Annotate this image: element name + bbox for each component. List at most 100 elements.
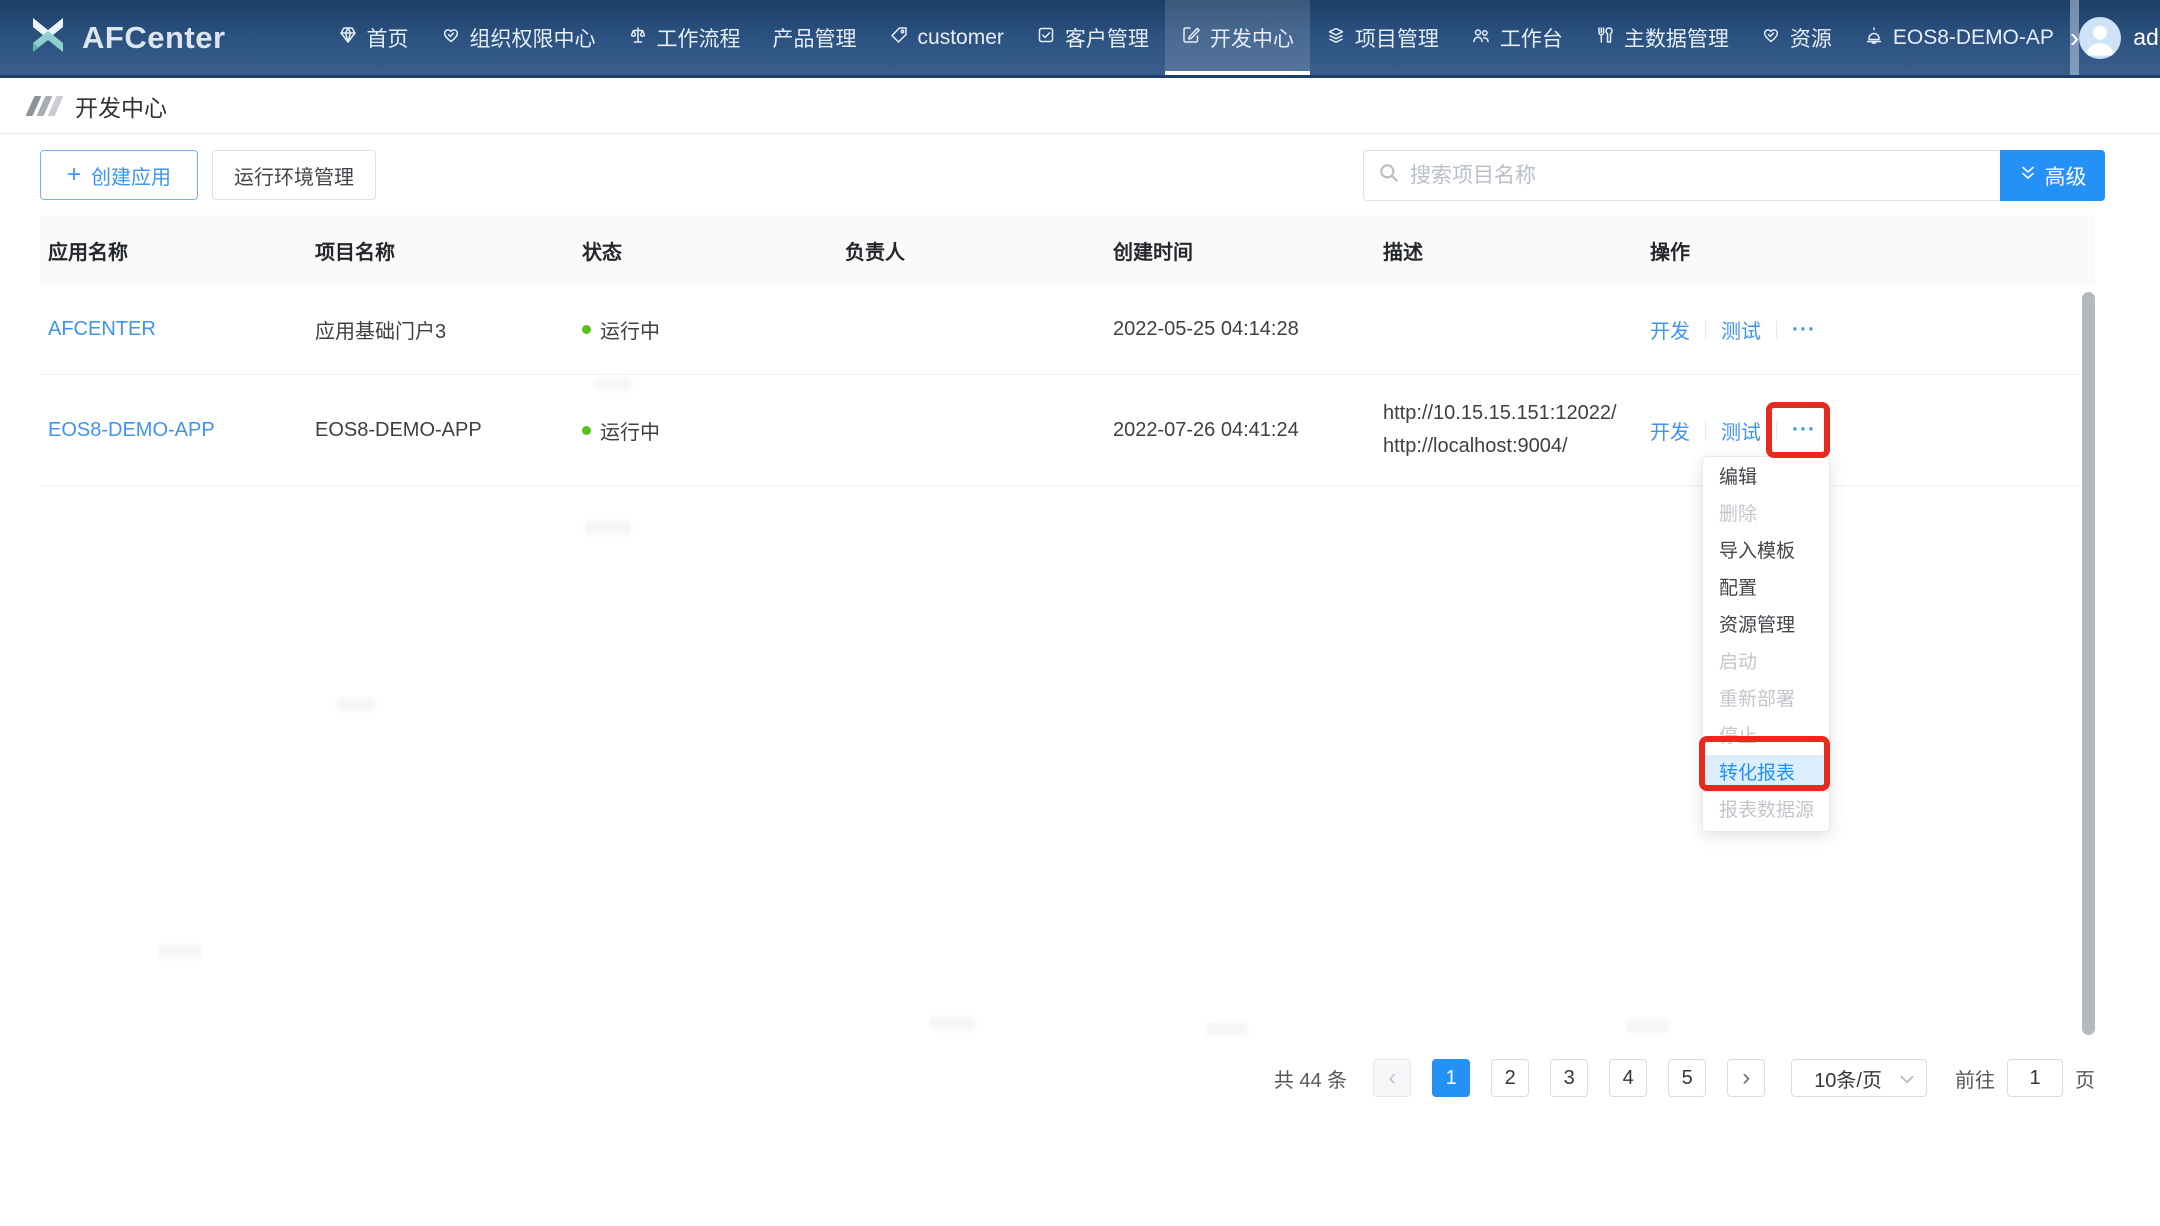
nav-item-label: 工作流程 (657, 23, 741, 53)
nav-item-org-permission[interactable]: 组织权限中心 (425, 0, 612, 75)
status-label: 运行中 (600, 315, 660, 344)
nav-item-master-data[interactable]: 主数据管理 (1579, 0, 1745, 75)
page-size-select[interactable]: 10条/页 (1791, 1059, 1927, 1097)
scales-icon (628, 25, 648, 51)
nav-item-workflow[interactable]: 工作流程 (612, 0, 757, 75)
nav-item-label: customer (918, 26, 1004, 50)
chevron-right-icon: › (1742, 1064, 1750, 1092)
plus-icon: + (67, 163, 81, 187)
nav-item-dev-center[interactable]: 开发中心 (1165, 0, 1310, 75)
vertical-scrollbar[interactable] (2082, 292, 2095, 1035)
nav-item-label: 开发中心 (1210, 23, 1294, 53)
row-actions-context-menu: 编辑 删除 导入模板 配置 资源管理 启动 重新部署 停止 转化报表 报表数据源 (1702, 456, 1830, 832)
nav-item-home[interactable]: 首页 (322, 0, 425, 75)
nav-item-product[interactable]: 产品管理 (757, 0, 873, 75)
app-table: 应用名称 项目名称 状态 负责人 创建时间 描述 操作 AFCENTER 应用基… (40, 215, 2095, 486)
app-logo[interactable]: AFCenter (26, 0, 226, 75)
menu-item-stop: 停止 (1703, 718, 1829, 755)
more-actions-button[interactable]: ··· (1792, 418, 1816, 442)
status-dot-icon (582, 325, 591, 334)
action-divider (1705, 321, 1706, 338)
prev-page-button[interactable]: ‹ (1373, 1059, 1411, 1097)
layers-icon (1326, 25, 1346, 51)
top-navbar: AFCenter 首页 组织权限中心 工作流程 产品管理 customer 客户… (0, 0, 2160, 78)
avatar (2079, 17, 2121, 59)
logo-text: AFCenter (82, 20, 226, 56)
col-header-actions: 操作 (1650, 236, 2087, 265)
double-chevron-down-icon (2019, 164, 2037, 188)
goto-page-input[interactable] (2007, 1059, 2063, 1097)
render-artifact (158, 944, 202, 959)
col-header-app-name: 应用名称 (48, 236, 315, 265)
col-header-description: 描述 (1383, 236, 1650, 265)
render-artifact (336, 698, 376, 712)
app-name-link[interactable]: AFCENTER (48, 318, 156, 340)
dev-action-link[interactable]: 开发 (1650, 315, 1690, 344)
create-app-label: 创建应用 (91, 161, 171, 190)
nav-item-eos8-demo-app[interactable]: EOS8-DEMO-AP (1848, 0, 2070, 75)
test-action-link[interactable]: 测试 (1721, 315, 1761, 344)
nav-item-label: EOS8-DEMO-AP (1893, 26, 2054, 50)
heart-icon (441, 25, 461, 51)
search-box (1363, 150, 2000, 201)
nav-item-project[interactable]: 项目管理 (1310, 0, 1455, 75)
render-artifact (594, 378, 632, 391)
create-app-button[interactable]: + 创建应用 (40, 150, 198, 200)
render-artifact (930, 1016, 976, 1031)
user-menu[interactable]: admin (2079, 0, 2160, 75)
menu-item-resource-mgmt[interactable]: 资源管理 (1703, 607, 1829, 644)
advanced-label: 高级 (2045, 161, 2087, 191)
nav-item-label: 主数据管理 (1624, 23, 1729, 53)
nav-item-label: 资源 (1790, 23, 1832, 53)
action-divider (1705, 422, 1706, 439)
dev-action-link[interactable]: 开发 (1650, 416, 1690, 445)
main-nav-menu: 首页 组织权限中心 工作流程 产品管理 customer 客户管理 开发中心 项… (322, 0, 2070, 75)
col-header-status: 状态 (582, 236, 845, 265)
menu-item-redeploy: 重新部署 (1703, 681, 1829, 718)
goto-label: 前往 (1955, 1064, 1995, 1093)
nav-item-customer-mgmt[interactable]: 客户管理 (1020, 0, 1165, 75)
created-cell: 2022-07-26 04:41:24 (1113, 419, 1383, 442)
nav-item-label: 项目管理 (1355, 23, 1439, 53)
bell-icon (1864, 25, 1884, 51)
menu-item-configure[interactable]: 配置 (1703, 570, 1829, 607)
test-action-link[interactable]: 测试 (1721, 416, 1761, 445)
runtime-env-button[interactable]: 运行环境管理 (212, 150, 376, 200)
next-page-button[interactable]: › (1727, 1059, 1765, 1097)
pagination: 共 44 条 ‹ 1 2 3 4 5 › 10条/页 前往 页 (1274, 1056, 2095, 1100)
nav-item-resources[interactable]: 资源 (1745, 0, 1848, 75)
actions-cell: 开发 测试 ··· (1650, 315, 2087, 344)
action-divider (1776, 422, 1777, 439)
page-button-3[interactable]: 3 (1550, 1059, 1588, 1097)
menu-item-convert-report[interactable]: 转化报表 (1703, 755, 1829, 792)
status-cell: 运行中 (582, 315, 845, 344)
page-button-5[interactable]: 5 (1668, 1059, 1706, 1097)
heart-icon (1761, 25, 1781, 51)
render-artifact (585, 520, 631, 535)
tools-icon (1595, 25, 1615, 51)
page-button-2[interactable]: 2 (1491, 1059, 1529, 1097)
edit-icon (1181, 25, 1201, 51)
nav-item-customer[interactable]: customer (873, 0, 1020, 75)
nav-item-label: 产品管理 (773, 23, 857, 53)
col-header-created: 创建时间 (1113, 236, 1383, 265)
more-actions-button[interactable]: ··· (1792, 318, 1816, 342)
goto-suffix-label: 页 (2075, 1064, 2095, 1093)
gem-icon (338, 25, 358, 51)
app-name-link[interactable]: EOS8-DEMO-APP (48, 419, 215, 441)
menu-item-edit[interactable]: 编辑 (1703, 459, 1829, 496)
checkbox-icon (1036, 25, 1056, 51)
search-icon (1378, 162, 1400, 189)
breadcrumb-slashes-icon (30, 96, 59, 116)
chevron-left-icon: ‹ (1388, 1064, 1396, 1092)
search-input[interactable] (1410, 164, 1986, 188)
username-label: admin (2133, 24, 2160, 51)
nav-scroll-right-button[interactable]: › (2070, 0, 2079, 75)
nav-item-workbench[interactable]: 工作台 (1455, 0, 1579, 75)
status-dot-icon (582, 426, 591, 435)
page-button-1[interactable]: 1 (1432, 1059, 1470, 1097)
breadcrumb: 开发中心 (0, 78, 2160, 134)
advanced-search-button[interactable]: 高级 (2000, 150, 2105, 201)
menu-item-import-template[interactable]: 导入模板 (1703, 533, 1829, 570)
page-button-4[interactable]: 4 (1609, 1059, 1647, 1097)
